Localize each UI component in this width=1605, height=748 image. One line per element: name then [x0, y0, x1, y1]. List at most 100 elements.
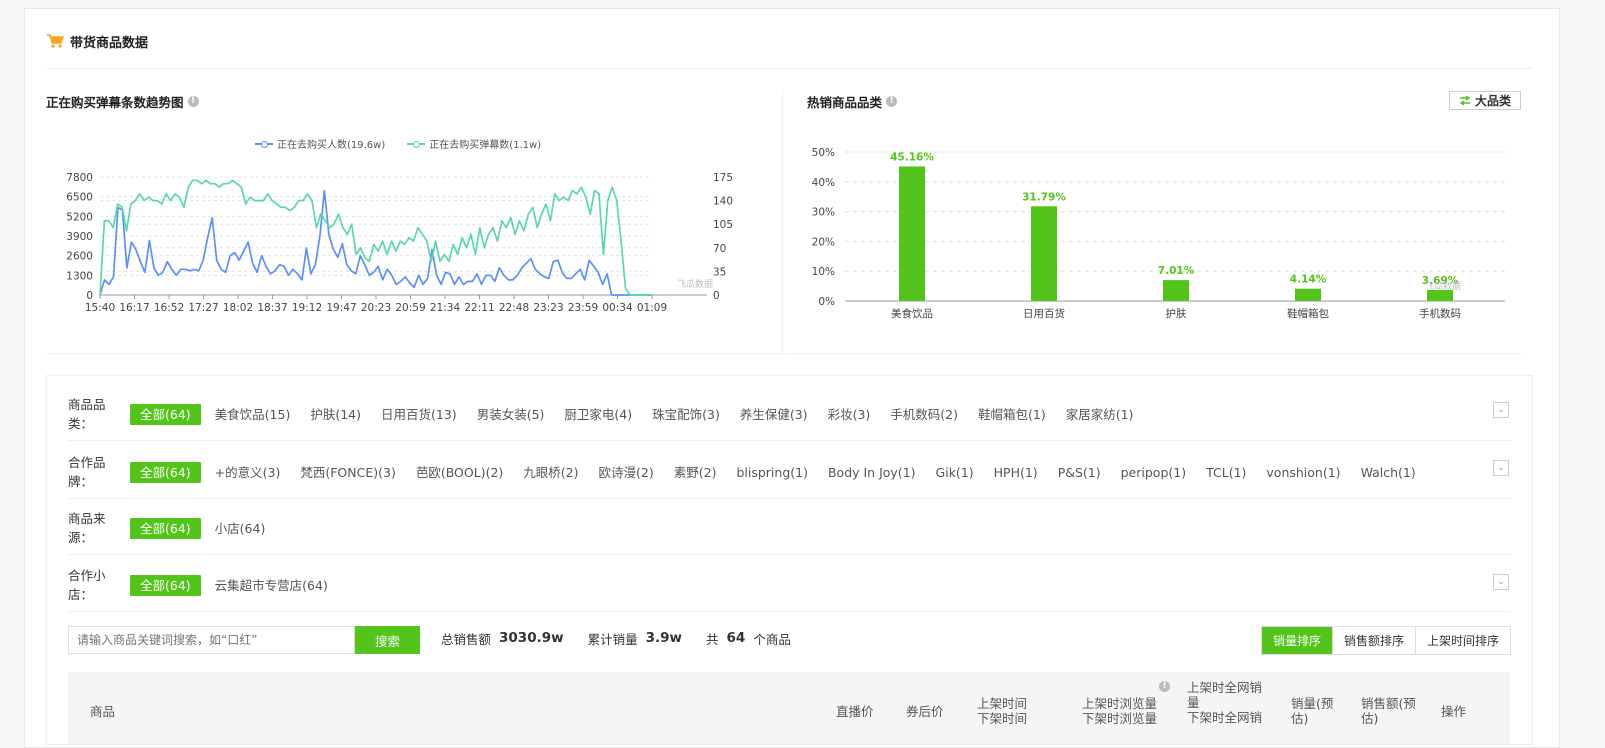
- filter-option[interactable]: 养生保健(3): [740, 407, 808, 422]
- cart-icon: [47, 34, 64, 48]
- filter-option[interactable]: TCL(1): [1206, 465, 1246, 480]
- filter-option[interactable]: 全部(64): [130, 517, 201, 539]
- y-tick: 20%: [812, 236, 835, 248]
- y-right-tick: 140: [713, 196, 733, 208]
- col-coupon-price[interactable]: 券后价: [906, 704, 944, 719]
- x-tick: 20:23: [361, 302, 391, 314]
- filter-option[interactable]: Gik(1): [936, 465, 974, 480]
- filter-option[interactable]: 小店(64): [215, 521, 266, 536]
- filter-option[interactable]: 鞋帽箱包(1): [978, 407, 1046, 422]
- y-tick: 50%: [812, 147, 835, 159]
- col-live-price[interactable]: 直播价: [836, 704, 874, 719]
- filter-option[interactable]: +的意义(3): [215, 465, 281, 480]
- filter-option[interactable]: 芭欧(BOOL)(2): [416, 465, 503, 480]
- total-sales-label: 总销售额: [441, 631, 492, 647]
- filter-row-source: 商品来源： 全部(64) 小店(64): [68, 511, 285, 545]
- info-icon[interactable]: !: [1159, 681, 1170, 692]
- sort-by-listing-time[interactable]: 上架时间排序: [1415, 627, 1511, 654]
- divider: [68, 498, 1510, 499]
- filter-option[interactable]: Body In Joy(1): [828, 465, 916, 480]
- sort-by-revenue[interactable]: 销售额排序: [1332, 627, 1416, 654]
- y-tick: 40%: [812, 177, 835, 189]
- filter-option[interactable]: 日用百货(13): [381, 407, 457, 422]
- category-chart: 0% 10% 20% 30% 40% 50% 45.16% 美食饮品 31.79% 日用百货 7.0…: [812, 147, 1505, 320]
- filter-option[interactable]: 全部(64): [130, 403, 201, 425]
- trend-legend: 正在去购买人数(19.6w) 正在去购买弹幕数(1.1w): [255, 136, 541, 151]
- y-tick: 30%: [812, 207, 835, 219]
- col-web-sales-line: 量: [1187, 695, 1200, 710]
- x-tick: 19:12: [292, 302, 322, 314]
- y-left-tick: 2600: [66, 251, 93, 263]
- filter-option[interactable]: 全部(64): [130, 461, 201, 483]
- x-tick: 18:37: [257, 302, 287, 314]
- filter-option[interactable]: 全部(64): [130, 574, 201, 596]
- x-tick: 17:27: [188, 302, 218, 314]
- x-tick: 22:11: [464, 302, 494, 314]
- expand-icon[interactable]: ⌄: [1493, 574, 1509, 590]
- x-tick: 美食饮品: [891, 307, 933, 320]
- filter-row-brand: 合作品牌： 全部(64) +的意义(3) 梵西(FONCE)(3) 芭欧(BOOL)(…: [68, 455, 1436, 489]
- y-left-tick: 1300: [66, 270, 93, 282]
- y-tick: 0%: [818, 296, 835, 308]
- col-web-sales[interactable]: 上架时全网销 量 下架时全网销: [1187, 680, 1262, 725]
- filter-option[interactable]: Walch(1): [1361, 465, 1416, 480]
- section-title: 带货商品数据: [70, 35, 149, 51]
- category-title-wrap: 热销商品品类 !: [807, 92, 898, 111]
- data-label: 7.01%: [1158, 265, 1195, 277]
- col-web-sales-line: 下架时全网销: [1187, 710, 1263, 725]
- y-right-tick: 105: [713, 219, 733, 231]
- filter-option[interactable]: 家居家纺(1): [1066, 407, 1134, 422]
- divider: [68, 611, 1510, 612]
- col-revenue[interactable]: 销售额(预 估): [1361, 696, 1416, 726]
- filter-option[interactable]: 厨卫家电(4): [564, 407, 632, 422]
- search-button[interactable]: 搜索: [355, 626, 420, 654]
- filter-option[interactable]: 云集超市专营店(64): [215, 578, 328, 593]
- info-icon[interactable]: !: [886, 96, 898, 107]
- divider: [782, 90, 783, 354]
- search-input[interactable]: [68, 626, 355, 654]
- expand-icon[interactable]: ⌄: [1493, 402, 1509, 418]
- col-revenue-line: 估): [1361, 711, 1379, 726]
- bar: [1031, 206, 1057, 301]
- col-sales[interactable]: 销量(预 估): [1291, 696, 1333, 726]
- col-time[interactable]: 上架时间 下架时间: [977, 696, 1027, 726]
- filter-option[interactable]: 手机数码(2): [890, 407, 958, 422]
- switch-icon: [1459, 96, 1471, 105]
- filter-option[interactable]: blispring(1): [736, 465, 808, 480]
- legend-label: 正在去购买人数(19.6w): [277, 140, 386, 151]
- filter-label: 合作品牌：: [68, 455, 106, 489]
- legend-item-buyers[interactable]: 正在去购买人数(19.6w): [255, 136, 385, 151]
- col-product: 商品: [90, 704, 116, 719]
- watermark: 飞瓜数据: [1425, 280, 1461, 292]
- filter-option[interactable]: HPH(1): [994, 465, 1038, 480]
- col-views[interactable]: 上架时浏览量 下架时浏览量: [1082, 696, 1157, 726]
- trend-title: 正在购买弹幕条数趋势图: [46, 95, 184, 110]
- legend-line-icon: [407, 139, 426, 149]
- legend-line-icon: [255, 139, 273, 149]
- filter-option[interactable]: 护肤(14): [310, 407, 361, 422]
- filter-option[interactable]: 男装女装(5): [477, 407, 545, 422]
- x-tick: 护肤: [1166, 307, 1188, 320]
- filter-option[interactable]: 梵西(FONCE)(3): [300, 465, 395, 480]
- filter-option[interactable]: 欧诗漫(2): [599, 465, 654, 480]
- filter-option[interactable]: 彩妆(3): [828, 407, 871, 422]
- info-icon[interactable]: !: [187, 96, 199, 107]
- filter-option[interactable]: vonshion(1): [1266, 465, 1340, 480]
- divider: [68, 554, 1510, 555]
- filter-option[interactable]: 珠宝配饰(3): [652, 407, 720, 422]
- filter-row-shop: 合作小店： 全部(64) 云集超市专营店(64): [68, 568, 348, 602]
- filter-option[interactable]: peripop(1): [1121, 465, 1186, 480]
- toggle-label: 大品类: [1474, 94, 1511, 108]
- legend-item-danmaku[interactable]: 正在去购买弹幕数(1.1w): [407, 136, 541, 151]
- filter-option[interactable]: 素野(2): [674, 465, 717, 480]
- sort-by-volume[interactable]: 销量排序: [1262, 627, 1333, 654]
- filter-option[interactable]: 美食饮品(15): [215, 407, 291, 422]
- x-tick: 鞋帽箱包: [1287, 307, 1329, 320]
- filter-option[interactable]: 九眼桥(2): [523, 465, 578, 480]
- x-tick: 23:59: [568, 302, 598, 314]
- filter-option[interactable]: P&S(1): [1058, 465, 1101, 480]
- y-left-tick: 5200: [66, 211, 93, 223]
- bar: [1295, 288, 1321, 301]
- major-category-toggle[interactable]: 大品类: [1449, 91, 1521, 110]
- expand-icon[interactable]: ⌄: [1493, 460, 1509, 476]
